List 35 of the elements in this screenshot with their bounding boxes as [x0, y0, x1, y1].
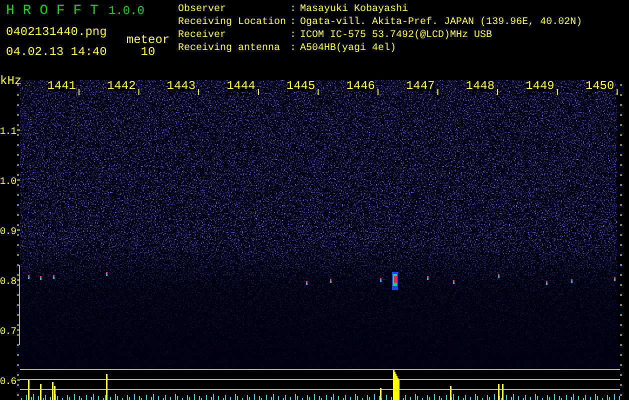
axis-tick-label: 1448 [466, 79, 495, 93]
info-label: Observer [178, 3, 228, 16]
axis-unit-label: kHz [0, 74, 22, 88]
axis-tick-label: 1441 [47, 79, 76, 93]
axis-tick-label: 0.9 [0, 227, 16, 238]
axis-tick-label: 0.8 [0, 277, 16, 288]
info-label: Receiving Location [178, 16, 288, 29]
timestamp: 04.02.13 14:40 [6, 45, 108, 59]
file-name: 0402131440.png [6, 25, 108, 39]
version-label: 1.0.0 [108, 4, 144, 18]
info-value: Masayuki Kobayashi [300, 3, 410, 16]
axis-tick-label: 1445 [286, 79, 316, 93]
axis-tick-label: 1443 [166, 79, 196, 93]
info-separator: : [290, 29, 298, 42]
count-label: meteor [125, 33, 171, 45]
info-separator: : [290, 42, 298, 55]
axis-tick-label: 1442 [107, 79, 136, 93]
info-value: Ogata-vill. Akita-Pref. JAPAN (139.96E, 40.02N) [300, 16, 582, 29]
axis-tick-label: 1449 [526, 79, 554, 93]
axis-tick-label: 0.7 [0, 327, 16, 338]
axis-tick-label: 1.0 [0, 177, 16, 188]
axis-tick-label: 1447 [406, 79, 435, 93]
axis-tick-label: 0.6 [0, 377, 16, 388]
info-value: A504HB(yagi 4el) [300, 42, 398, 55]
info-separator: : [290, 16, 298, 29]
axis-tick-label: 1.1 [0, 127, 16, 138]
info-value: ICOM IC-575 53.7492(@LCD)MHz USB [300, 29, 494, 42]
info-separator: : [290, 3, 298, 16]
info-label: Receiving antenna [178, 42, 282, 55]
axis-tick-label: 1444 [226, 79, 256, 93]
axis-tick-label: 1450 [585, 79, 614, 93]
axis-tick-label: 1446 [346, 79, 375, 93]
info-label: Receiver [178, 29, 228, 42]
app-title: H R O F F T [6, 3, 98, 19]
count-value: 10 [140, 45, 156, 59]
